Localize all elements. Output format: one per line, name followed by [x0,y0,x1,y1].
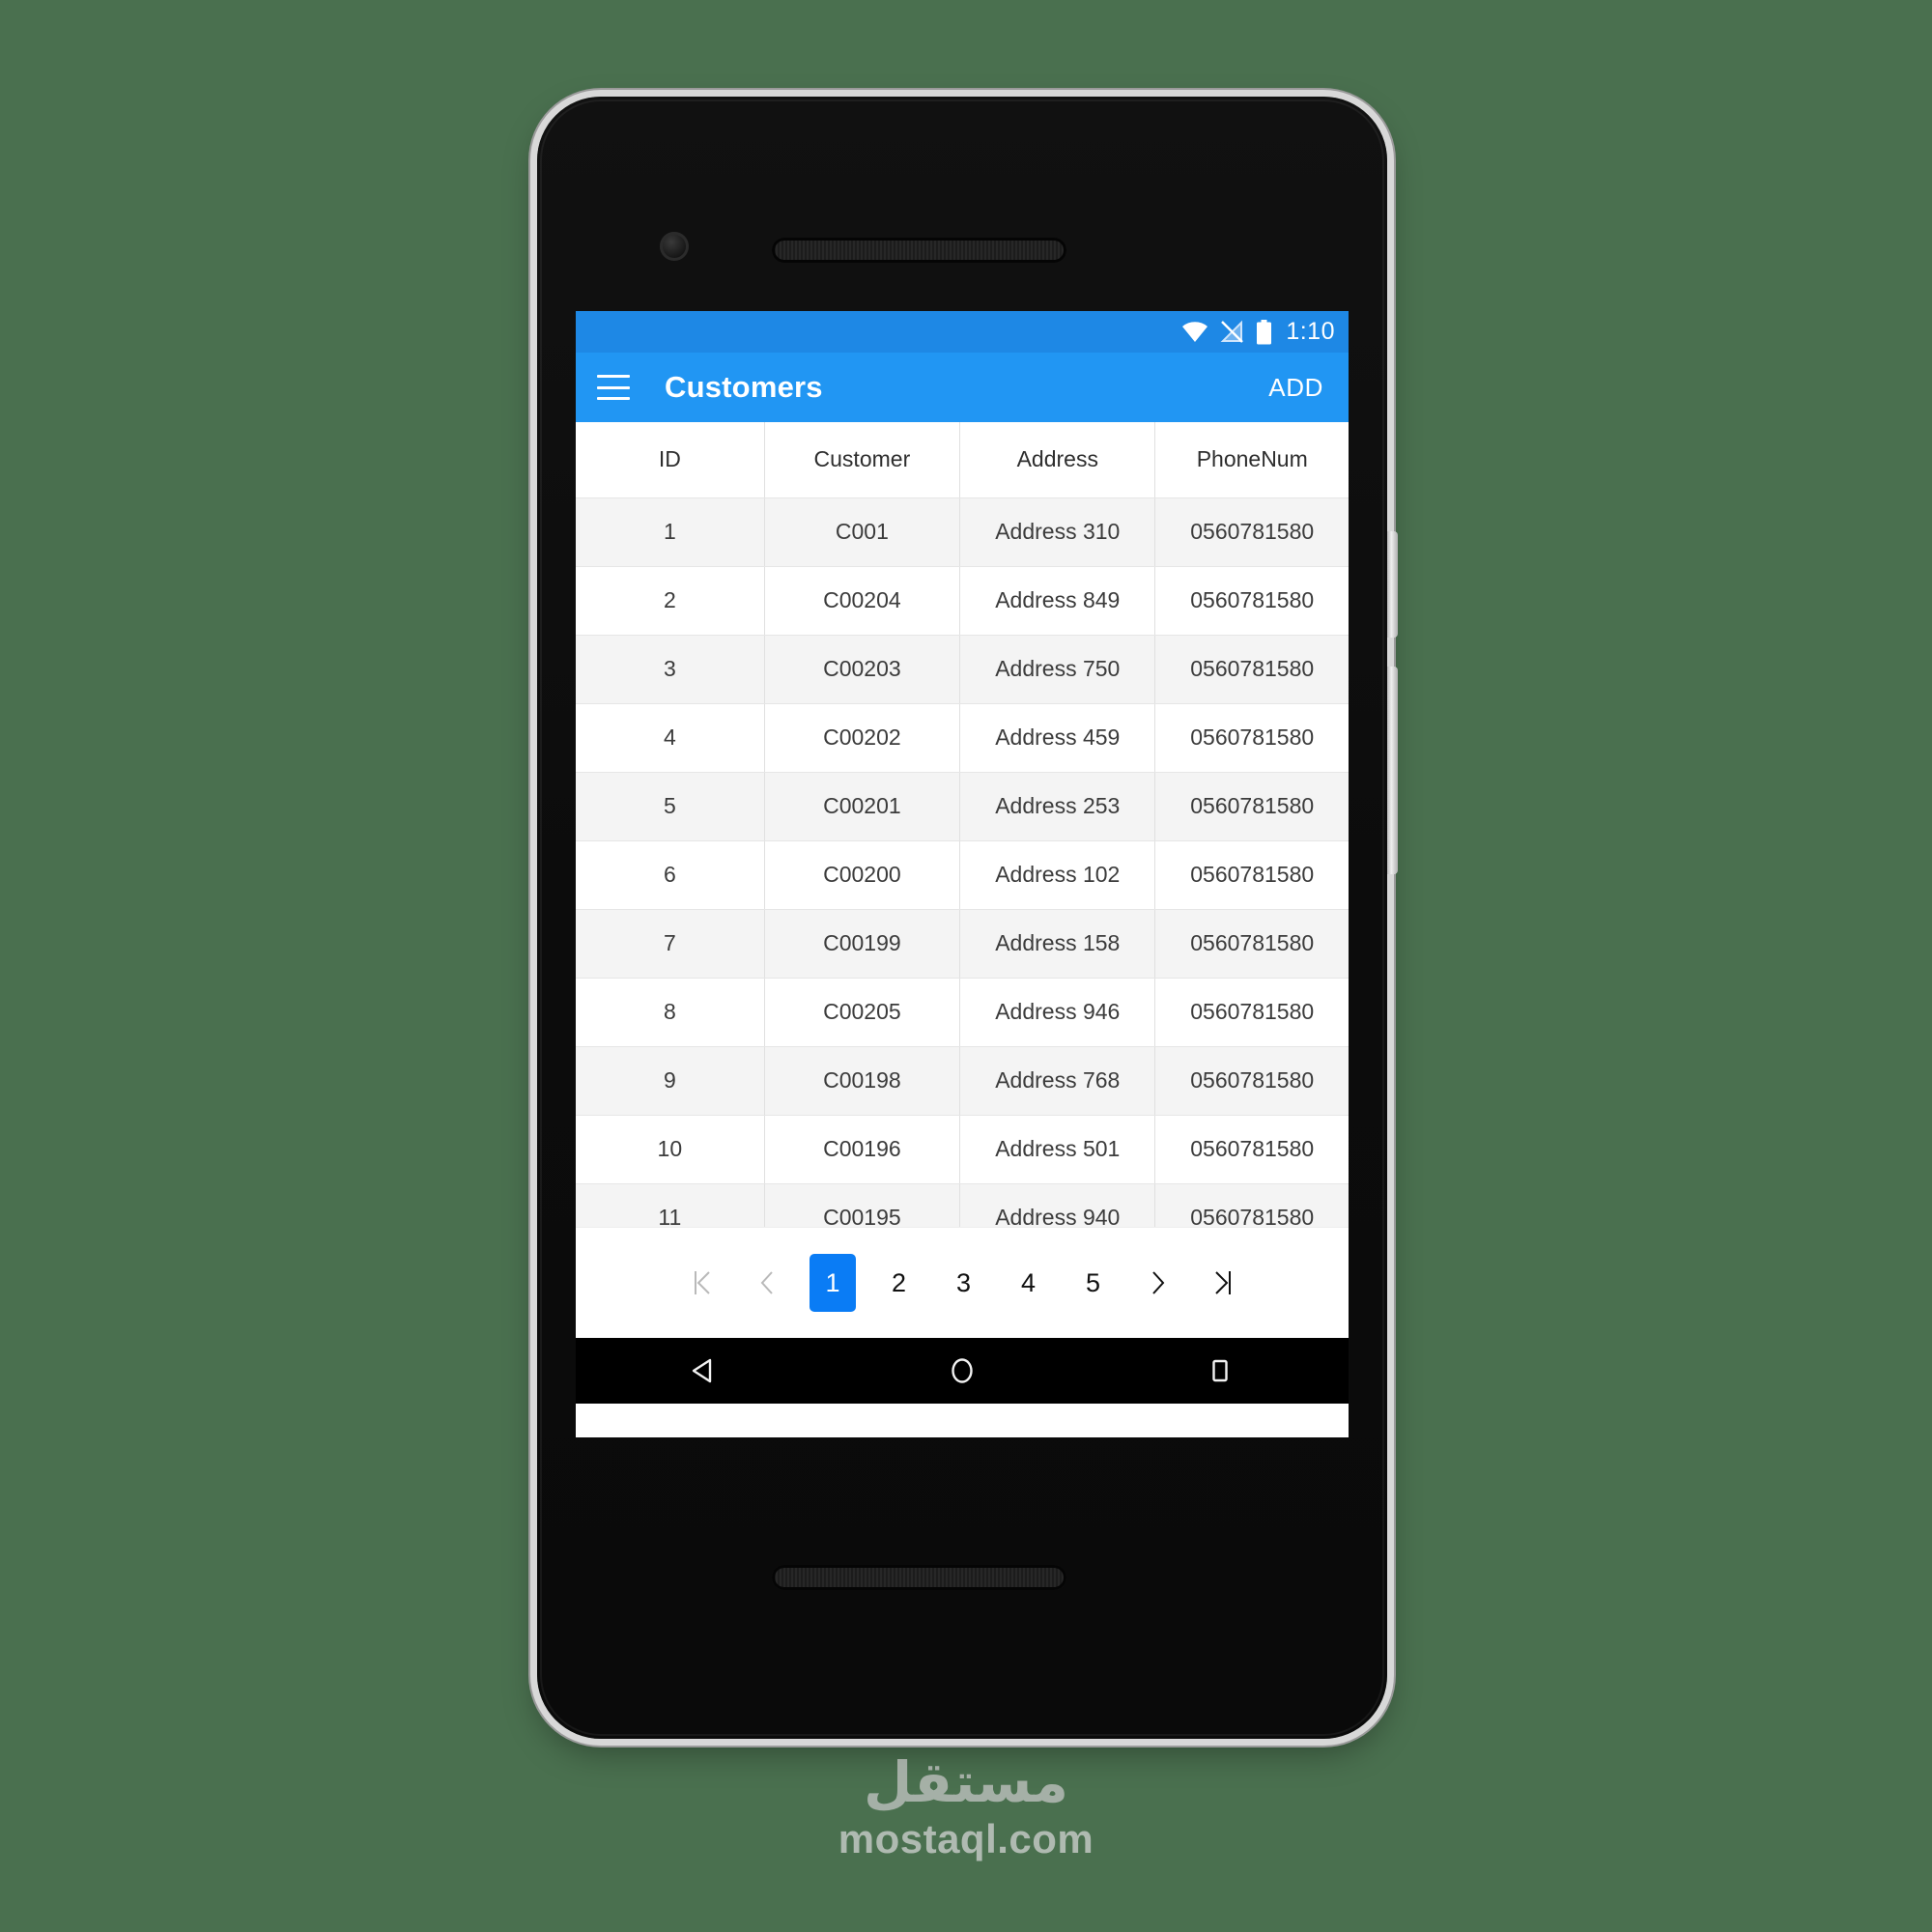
status-bar-clock: 1:10 [1286,318,1335,345]
cell-customer: C00202 [764,703,961,773]
cell-phonenum: 0560781580 [1154,772,1349,841]
app-bar: Customers ADD [576,353,1349,422]
column-header-address[interactable]: Address [959,422,1156,498]
cell-phonenum: 0560781580 [1154,1183,1349,1227]
table-row[interactable]: 2 C00204 Address 849 0560781580 [576,566,1349,636]
table-row[interactable]: 7 C00199 Address 158 0560781580 [576,909,1349,979]
wifi-icon [1181,321,1208,343]
cell-phonenum: 0560781580 [1154,840,1349,910]
screenshot-canvas: 1:10 Customers ADD ID Customer Address P… [0,0,1932,1932]
cell-customer: C00205 [764,978,961,1047]
cell-customer: C00203 [764,635,961,704]
table-row[interactable]: 9 C00198 Address 768 0560781580 [576,1046,1349,1116]
status-bar: 1:10 [576,311,1349,353]
power-button[interactable] [1387,531,1398,638]
front-camera-icon [660,232,689,261]
phone-device-frame: 1:10 Customers ADD ID Customer Address P… [537,97,1398,1739]
battery-icon [1256,319,1272,345]
hamburger-menu-icon[interactable] [597,375,630,400]
cell-address: Address 940 [959,1183,1156,1227]
cell-address: Address 849 [959,566,1156,636]
earpiece-speaker-grille [772,238,1066,263]
pagination-page-3[interactable]: 3 [942,1258,985,1308]
table-row[interactable]: 3 C00203 Address 750 0560781580 [576,635,1349,704]
column-header-phonenum[interactable]: PhoneNum [1154,422,1349,498]
cell-address: Address 102 [959,840,1156,910]
cell-phonenum: 0560781580 [1154,978,1349,1047]
table-body: 1 C001 Address 310 0560781580 2 C00204 Address… [576,497,1349,1227]
cell-customer: C00196 [764,1115,961,1184]
cell-id: 6 [576,840,765,910]
table-row[interactable]: 6 C00200 Address 102 0560781580 [576,840,1349,910]
cell-address: Address 310 [959,497,1156,567]
cell-id: 5 [576,772,765,841]
column-header-id[interactable]: ID [576,422,765,498]
cell-id: 11 [576,1183,765,1227]
bottom-speaker-grille [772,1565,1066,1590]
pagination-page-4[interactable]: 4 [1007,1258,1050,1308]
phone-screen: 1:10 Customers ADD ID Customer Address P… [576,311,1349,1437]
cell-customer: C00200 [764,840,961,910]
cell-id: 10 [576,1115,765,1184]
page-title: Customers [665,370,823,404]
cell-address: Address 459 [959,703,1156,773]
cell-customer: C001 [764,497,961,567]
cell-phonenum: 0560781580 [1154,566,1349,636]
table-row[interactable]: 8 C00205 Address 946 0560781580 [576,978,1349,1047]
cell-id: 7 [576,909,765,979]
cell-phonenum: 0560781580 [1154,635,1349,704]
volume-rocker-button[interactable] [1387,667,1398,874]
cell-address: Address 501 [959,1115,1156,1184]
pagination-last-page-button[interactable] [1201,1258,1244,1308]
cell-address: Address 158 [959,909,1156,979]
pagination-first-page-button[interactable] [680,1258,724,1308]
back-button[interactable] [646,1356,762,1385]
home-button[interactable] [904,1356,1020,1385]
cell-address: Address 750 [959,635,1156,704]
cell-id: 3 [576,635,765,704]
android-navigation-bar [576,1338,1349,1404]
watermark-arabic-text: مستقل [863,1749,1069,1815]
cell-phonenum: 0560781580 [1154,497,1349,567]
cell-phonenum: 0560781580 [1154,1115,1349,1184]
column-header-customer[interactable]: Customer [764,422,961,498]
cell-address: Address 768 [959,1046,1156,1116]
pagination-prev-page-button[interactable] [745,1258,788,1308]
customers-table-container[interactable]: ID Customer Address PhoneNum 1 C001 Addres… [576,422,1349,1227]
cell-phonenum: 0560781580 [1154,1046,1349,1116]
cell-customer: C00198 [764,1046,961,1116]
pagination-bar: 12345 [576,1227,1349,1338]
pagination-page-1[interactable]: 1 [810,1254,856,1312]
table-row[interactable]: 4 C00202 Address 459 0560781580 [576,703,1349,773]
table-header-row: ID Customer Address PhoneNum [576,422,1349,498]
cell-customer: C00199 [764,909,961,979]
cell-id: 9 [576,1046,765,1116]
cell-id: 4 [576,703,765,773]
customers-table: ID Customer Address PhoneNum 1 C001 Addres… [576,422,1349,1227]
cell-address: Address 253 [959,772,1156,841]
pagination-page-5[interactable]: 5 [1071,1258,1115,1308]
watermark: مستقل mostaql.com [0,1754,1932,1862]
recents-button[interactable] [1162,1356,1278,1385]
table-row[interactable]: 1 C001 Address 310 0560781580 [576,497,1349,567]
pagination-number-group: 12345 [799,1254,1125,1312]
table-row[interactable]: 11 C00195 Address 940 0560781580 [576,1183,1349,1227]
cell-customer: C00204 [764,566,961,636]
cell-id: 2 [576,566,765,636]
cell-phonenum: 0560781580 [1154,909,1349,979]
add-button[interactable]: ADD [1268,373,1323,403]
table-row[interactable]: 10 C00196 Address 501 0560781580 [576,1115,1349,1184]
cell-customer: C00201 [764,772,961,841]
pagination-next-page-button[interactable] [1136,1258,1179,1308]
cell-customer: C00195 [764,1183,961,1227]
pagination-page-2[interactable]: 2 [877,1258,921,1308]
cell-id: 1 [576,497,765,567]
watermark-domain-text: mostaql.com [838,1816,1094,1861]
no-sim-icon [1220,320,1244,344]
cell-phonenum: 0560781580 [1154,703,1349,773]
cell-address: Address 946 [959,978,1156,1047]
cell-id: 8 [576,978,765,1047]
table-row[interactable]: 5 C00201 Address 253 0560781580 [576,772,1349,841]
